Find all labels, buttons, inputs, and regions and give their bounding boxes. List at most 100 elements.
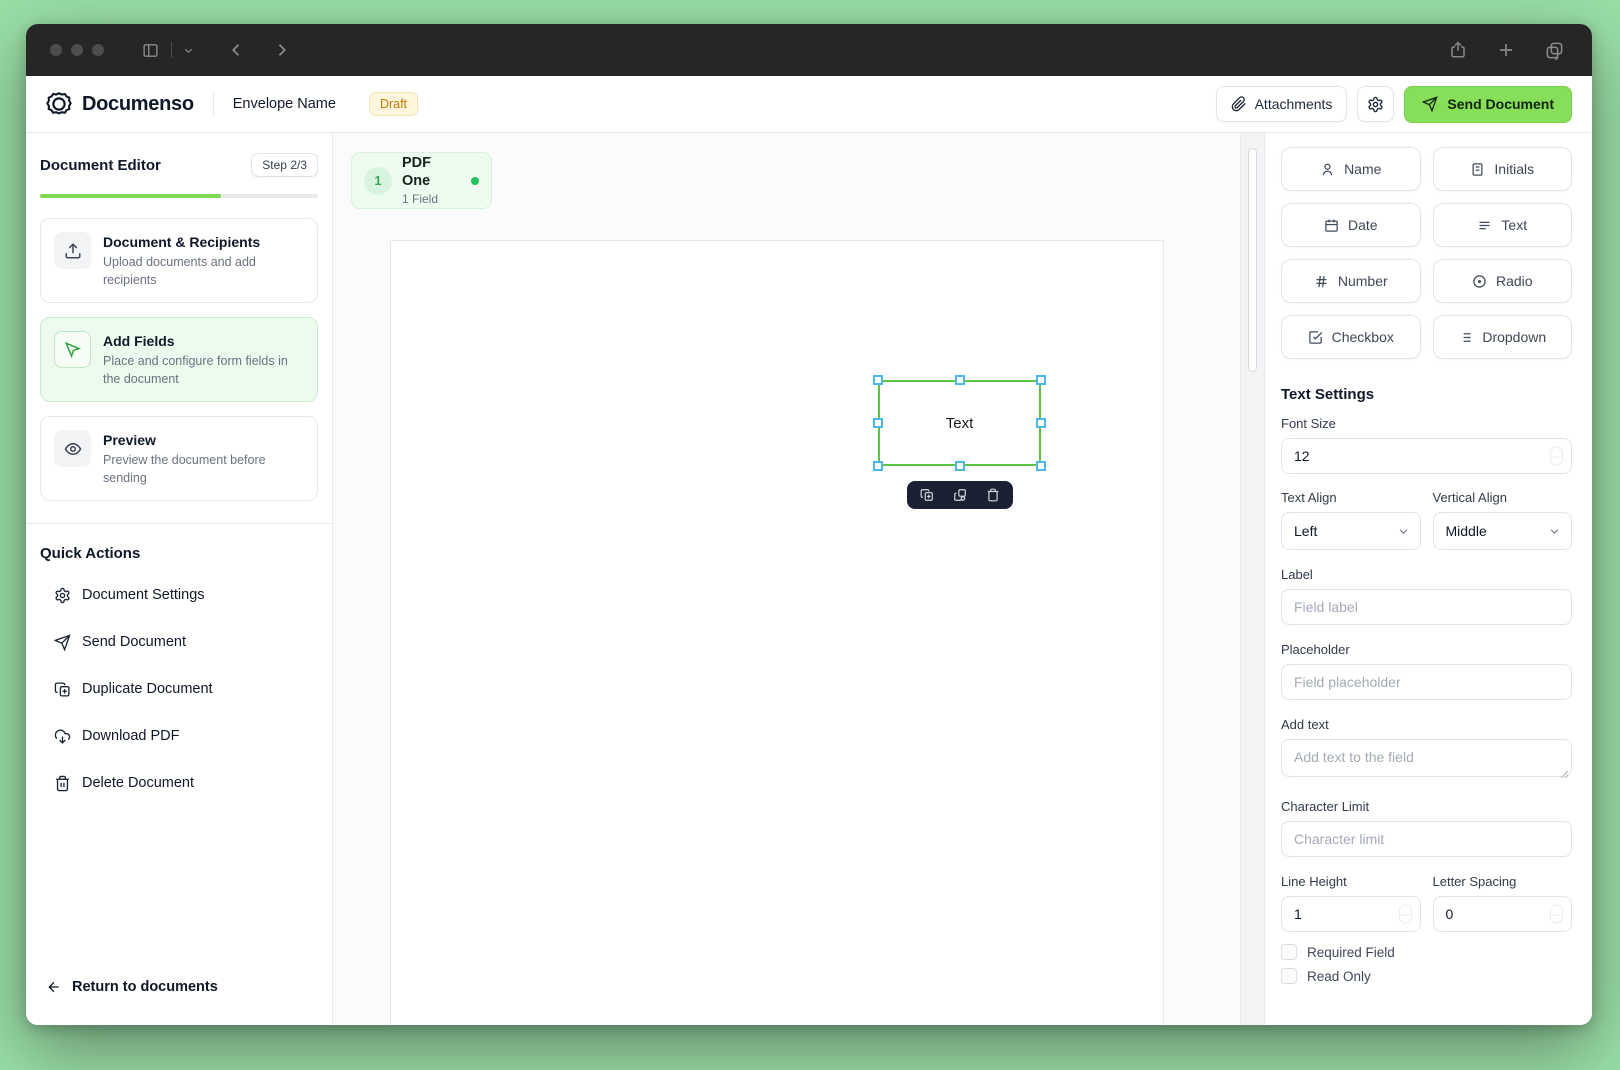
text-field[interactable]: Text (878, 380, 1041, 466)
step-document-recipients[interactable]: Document & Recipients Upload documents a… (40, 218, 318, 303)
status-dot-icon (471, 177, 479, 185)
read-only-checkbox[interactable] (1281, 968, 1297, 984)
step-preview[interactable]: Preview Preview the document before send… (40, 416, 318, 501)
page-tab-pdf-one[interactable]: 1 PDF One 1 Field (351, 152, 492, 209)
chevron-left-icon (228, 41, 246, 59)
page-tab-field-count: 1 Field (402, 192, 459, 206)
resize-handle-top-left[interactable] (873, 375, 883, 385)
return-to-documents-link[interactable]: Return to documents (40, 979, 318, 995)
field-button-dropdown[interactable]: Dropdown (1433, 315, 1573, 359)
attachments-label: Attachments (1255, 96, 1333, 112)
gear-icon (54, 587, 71, 604)
field-button-text[interactable]: Text (1433, 203, 1573, 247)
field-copy-to-pages-button[interactable] (947, 484, 973, 506)
resize-handle-right[interactable] (1036, 418, 1046, 428)
field-settings-panel: Name Initials Date Text Number (1264, 133, 1592, 1025)
app-name: Documenso (82, 93, 194, 116)
text-align-label: Text Align (1281, 490, 1421, 505)
label-field-label: Label (1281, 567, 1572, 582)
status-badge: Draft (369, 92, 418, 116)
traffic-lights[interactable] (50, 44, 104, 56)
field-button-label: Dropdown (1482, 329, 1546, 345)
number-stepper-icon[interactable] (1550, 447, 1563, 466)
scrollbar-thumb[interactable] (1248, 148, 1257, 372)
field-delete-button[interactable] (980, 484, 1006, 506)
browser-new-tab-button[interactable] (1493, 37, 1519, 63)
vertical-align-select[interactable]: Middle (1433, 512, 1573, 550)
tabs-icon (1545, 41, 1564, 60)
quick-action-delete-document[interactable]: Delete Document (54, 768, 318, 798)
document-canvas: 1 PDF One 1 Field Text (333, 133, 1264, 1025)
resize-handle-bottom[interactable] (955, 461, 965, 471)
eye-icon (54, 430, 91, 467)
field-button-checkbox[interactable]: Checkbox (1281, 315, 1421, 359)
resize-handle-top[interactable] (955, 375, 965, 385)
field-button-radio[interactable]: Radio (1433, 259, 1573, 303)
send-document-button[interactable]: Send Document (1404, 86, 1572, 123)
quick-action-label: Download PDF (82, 728, 180, 744)
resize-handle-top-right[interactable] (1036, 375, 1046, 385)
resize-handle-bottom-right[interactable] (1036, 461, 1046, 471)
sidebar-title: Document Editor (40, 157, 161, 174)
resize-handle-bottom-left[interactable] (873, 461, 883, 471)
duplicate-icon (920, 488, 934, 502)
initials-card-icon (1470, 162, 1485, 177)
browser-forward-button[interactable] (268, 37, 294, 63)
trash-icon (54, 775, 71, 792)
placeholder-input[interactable] (1281, 664, 1572, 700)
vertical-align-label: Vertical Align (1433, 490, 1573, 505)
field-button-name[interactable]: Name (1281, 147, 1421, 191)
number-stepper-icon[interactable] (1399, 905, 1412, 924)
placeholder-field-label: Placeholder (1281, 642, 1572, 657)
attachments-button[interactable]: Attachments (1216, 86, 1348, 122)
field-duplicate-button[interactable] (914, 484, 940, 506)
browser-sidebar-toggle[interactable] (137, 38, 164, 63)
plus-icon (1497, 41, 1515, 59)
text-align-select[interactable]: Left (1281, 512, 1421, 550)
browser-tabs-overview-button[interactable] (1541, 37, 1568, 64)
character-limit-label: Character Limit (1281, 799, 1572, 814)
browser-sidebar-menu[interactable] (179, 41, 198, 60)
gear-icon (1367, 96, 1384, 113)
browser-back-button[interactable] (224, 37, 250, 63)
quick-action-duplicate-document[interactable]: Duplicate Document (54, 674, 318, 704)
quick-action-download-pdf[interactable]: Download PDF (54, 721, 318, 751)
field-button-number[interactable]: Number (1281, 259, 1421, 303)
documenso-logo-icon (46, 91, 72, 117)
character-limit-input[interactable] (1281, 821, 1572, 857)
placed-field-wrapper: Text (878, 380, 1041, 466)
add-text-textarea[interactable] (1281, 739, 1572, 777)
browser-share-button[interactable] (1445, 36, 1471, 64)
browser-titlebar (26, 24, 1592, 76)
envelope-name[interactable]: Envelope Name (233, 96, 336, 112)
quick-action-document-settings[interactable]: Document Settings (54, 580, 318, 610)
brand-logo-group[interactable]: Documenso (46, 91, 194, 117)
chevron-right-icon (272, 41, 290, 59)
minimize-window-icon[interactable] (71, 44, 83, 56)
resize-handle-left[interactable] (873, 418, 883, 428)
field-button-label: Radio (1496, 273, 1533, 289)
field-button-date[interactable]: Date (1281, 203, 1421, 247)
field-button-initials[interactable]: Initials (1433, 147, 1573, 191)
step-add-fields[interactable]: Add Fields Place and configure form fiel… (40, 317, 318, 402)
close-window-icon[interactable] (50, 44, 62, 56)
duplicate-icon (54, 681, 71, 698)
number-stepper-icon[interactable] (1550, 905, 1563, 924)
user-icon (1320, 162, 1335, 177)
maximize-window-icon[interactable] (92, 44, 104, 56)
quick-action-send-document[interactable]: Send Document (54, 627, 318, 657)
checkbox-icon (1308, 330, 1323, 345)
hash-icon (1314, 274, 1329, 289)
upload-icon (54, 232, 91, 269)
font-size-input[interactable] (1281, 438, 1572, 474)
chevron-down-icon (1548, 525, 1561, 538)
field-button-label: Name (1344, 161, 1381, 177)
send-icon (1422, 96, 1438, 112)
document-settings-button[interactable] (1357, 86, 1394, 122)
required-field-checkbox[interactable] (1281, 944, 1297, 960)
label-input[interactable] (1281, 589, 1572, 625)
step-title: Preview (103, 430, 304, 448)
quick-actions-title: Quick Actions (40, 545, 318, 562)
divider (26, 523, 332, 524)
divider (213, 91, 214, 117)
